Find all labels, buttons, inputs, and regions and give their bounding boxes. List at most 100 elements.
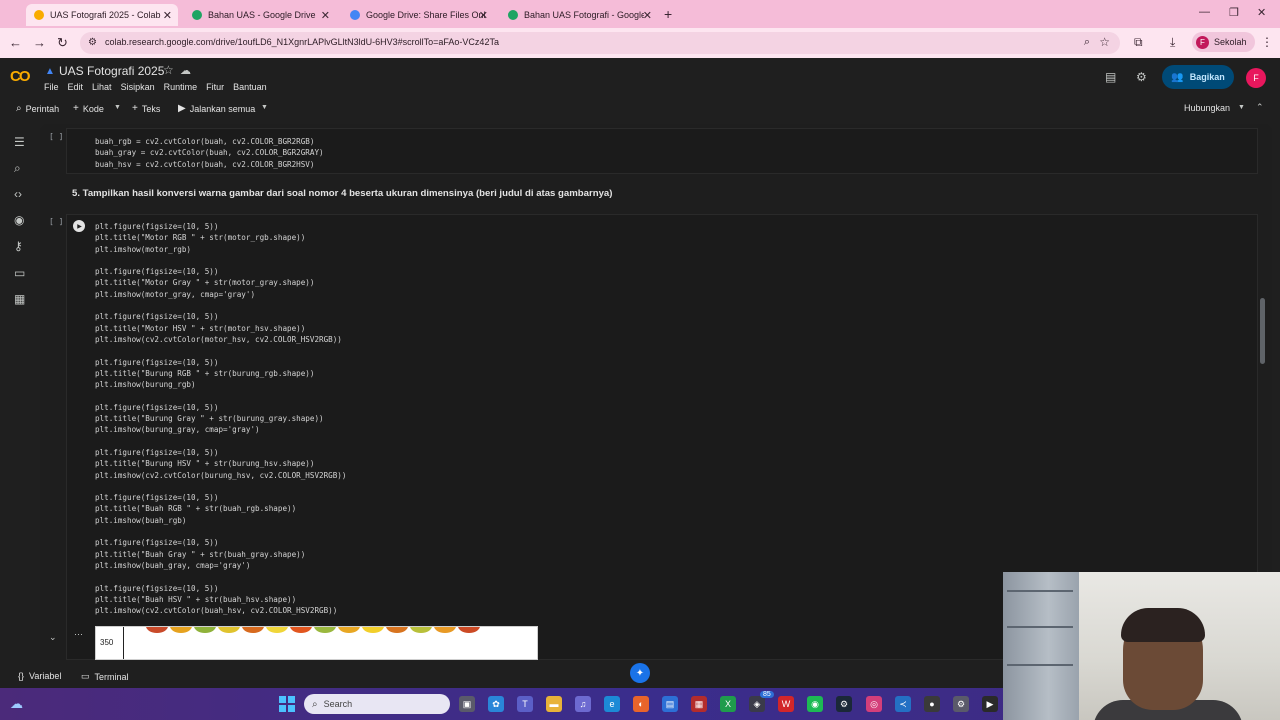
menu-runtime[interactable]: Runtime [164,82,198,92]
comment-icon[interactable]: ▤ [1105,70,1116,84]
menu-insert[interactable]: Sisipkan [121,82,155,92]
copilot-icon[interactable]: ✿ [488,696,504,712]
code-snippets-icon[interactable]: ‹› [14,187,22,201]
back-arrow-icon[interactable]: ← [9,35,22,50]
share-label: Bagikan [1189,72,1225,82]
secrets-key-icon[interactable]: ⚷ [14,239,23,253]
download-icon[interactable]: ⤓ [1170,35,1175,50]
tab-google-drive-share[interactable]: Google Drive: Share Files Online ✕ [342,4,494,26]
weather-widget-icon[interactable]: ☁ [10,696,23,712]
settings-gear-icon[interactable]: ⚙ [1136,70,1147,84]
fruit-shape [338,627,360,633]
collapse-header-icon[interactable]: ⌃ [1256,102,1264,113]
people-icon: 👥 [1171,71,1184,83]
text-label: Teks [141,103,161,114]
code-editor[interactable]: plt.figure(figsize=(10, 5)) plt.title("Mo… [95,221,346,616]
code-line: buah_gray = cv2.cvtColor(buah, cv2.COLOR… [95,148,324,158]
tab-bahan-fotografi[interactable]: Bahan UAS Fotografi - Google D ✕ [500,4,658,26]
notebook-title[interactable]: UAS Fotografi 2025 [59,64,164,78]
profile-chip[interactable]: F Sekolah [1192,32,1255,52]
variables-inspector-icon[interactable]: ◉ [14,213,24,227]
url-input[interactable]: ⚙ colab.research.google.com/drive/1oufLD… [80,32,1120,54]
excel-icon[interactable]: X [720,696,736,712]
app-icon[interactable]: ◈ [749,696,765,712]
close-icon[interactable]: ✕ [643,9,652,22]
share-button[interactable]: 👥 Bagikan [1162,65,1234,89]
run-cell-button[interactable]: ▶ [73,220,85,232]
run-all-button[interactable]: ▶ Jalankan semua [178,103,255,114]
menu-edit[interactable]: Edit [68,82,84,92]
data-table-icon[interactable]: ▦ [14,292,25,306]
extensions-icon[interactable]: ⧉ [1134,35,1143,50]
new-tab-icon[interactable]: + [664,6,672,22]
reload-icon[interactable]: ↻ [57,35,68,51]
restore-icon[interactable]: ❐ [1229,6,1239,19]
spotify-icon[interactable]: ◉ [807,696,823,712]
app-icon[interactable]: ▦ [691,696,707,712]
task-view-icon[interactable]: ▣ [459,696,475,712]
chevron-down-icon[interactable]: ▼ [261,104,268,111]
code-line: plt.title("Burung Gray " + str(burung_gr… [95,414,324,424]
code-editor[interactable]: buah_rgb = cv2.cvtColor(buah, cv2.COLOR_… [95,136,324,170]
teams-icon[interactable]: T [517,696,533,712]
bookmark-star-icon[interactable]: ☆ [1099,35,1110,49]
output-menu-icon[interactable]: ⋯ [74,629,83,640]
colab-header: CO ▲ UAS Fotografi 2025 ☆ ☁ File Edit Li… [0,58,1280,98]
webcam-overlay [1003,572,1280,720]
variables-button[interactable]: {} Variabel [18,671,61,681]
files-folder-icon[interactable]: ▭ [14,266,25,280]
code-line: plt.title("Buah RGB " + str(buah_rgb.sha… [95,504,297,514]
menu-file[interactable]: File [44,82,59,92]
settings-icon[interactable]: ⚙ [953,696,969,712]
code-line: plt.title("Buah Gray " + str(buah_gray.s… [95,549,306,559]
chevron-down-icon[interactable]: ▼ [1238,104,1245,111]
chevron-down-icon[interactable]: ▼ [114,104,121,111]
menu-tools[interactable]: Fitur [206,82,224,92]
gemini-icon[interactable]: ✦ [630,663,650,683]
taskbar-search-input[interactable]: ⌕ Search [304,694,450,714]
tab-colab[interactable]: UAS Fotografi 2025 - Colab ✕ [26,4,178,26]
find-replace-icon[interactable]: ⌕ [14,161,21,176]
add-text-button[interactable]: + Teks [132,103,160,114]
terminal-button[interactable]: ▭ Terminal [81,671,129,682]
chrome-icon[interactable]: ◎ [866,696,882,712]
code-label: Kode [82,103,104,114]
close-icon[interactable]: ✕ [479,9,488,22]
collapse-output-icon[interactable]: ⌄ [49,632,57,643]
star-icon[interactable]: ☆ [163,63,174,77]
site-info-icon[interactable]: ⚙ [88,37,97,48]
tab-drive[interactable]: Bahan UAS - Google Drive ✕ [184,4,336,26]
browser-menu-icon[interactable]: ⋮ [1261,35,1273,49]
zoom-icon[interactable]: ⌕ [1084,36,1090,49]
store-icon[interactable]: ▤ [662,696,678,712]
cloud-icon[interactable]: ☁ [180,64,191,77]
minimize-icon[interactable]: — [1199,6,1210,18]
edge-icon[interactable]: e [604,696,620,712]
wps-office-icon[interactable]: W [778,696,794,712]
github-icon[interactable]: ● [924,696,940,712]
close-icon[interactable]: ✕ [321,9,330,22]
connect-button[interactable]: Hubungkan [1184,103,1230,113]
menu-help[interactable]: Bantuan [233,82,267,92]
vscode-icon[interactable]: ≺ [895,696,911,712]
file-explorer-icon[interactable]: ▬ [546,696,562,712]
table-of-contents-icon[interactable]: ☰ [14,135,25,149]
media-player-icon[interactable]: ♫ [575,696,591,712]
forward-arrow-icon[interactable]: → [33,35,46,50]
code-line: plt.imshow(motor_rgb) [95,244,192,254]
media-icon[interactable]: ▶ [982,696,998,712]
windows-start-icon[interactable] [279,696,295,712]
firefox-icon[interactable]: ◐ [633,696,649,712]
menu-view[interactable]: Lihat [92,82,112,92]
code-line: plt.figure(figsize=(10, 5)) [95,312,219,322]
colab-logo[interactable]: CO [10,68,30,85]
user-avatar[interactable]: F [1246,68,1266,88]
add-code-button[interactable]: + Kode [73,103,104,114]
close-icon[interactable]: ✕ [163,9,172,22]
plus-icon: + [132,103,138,114]
steam-icon[interactable]: ⚙ [836,696,852,712]
window-close-icon[interactable]: ✕ [1257,6,1266,19]
notebook-scrollbar[interactable] [1260,298,1265,364]
command-palette-button[interactable]: ⌕ Perintah [16,103,59,114]
